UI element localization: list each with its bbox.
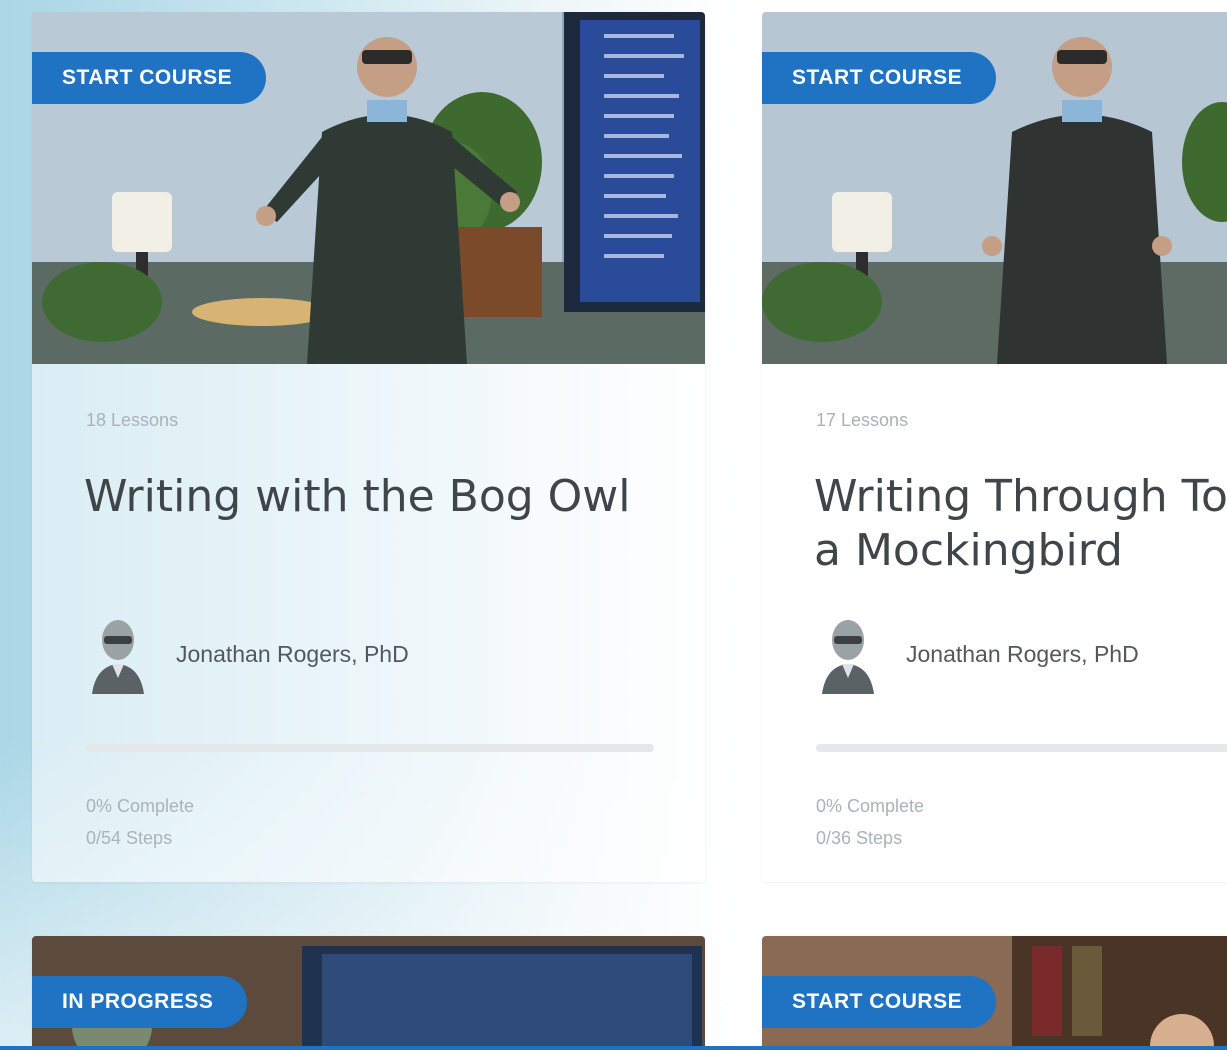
course-thumbnail[interactable]: START COURSE <box>762 12 1227 364</box>
course-card-bog-owl[interactable]: START COURSE 18 Lessons Writing with the… <box>32 12 705 882</box>
author-name[interactable]: Jonathan Rogers, PhD <box>176 641 409 668</box>
course-card-mockingbird[interactable]: START COURSE 17 Lessons Writing Through … <box>762 12 1227 882</box>
start-course-badge[interactable]: START COURSE <box>762 52 997 104</box>
course-thumbnail[interactable]: START COURSE <box>32 12 705 364</box>
bottom-accent-bar <box>0 1046 1227 1050</box>
steps-count: 0/54 Steps <box>86 828 173 848</box>
author-avatar <box>822 620 874 694</box>
lesson-count: 17 Lessons <box>816 410 909 430</box>
in-progress-badge[interactable]: IN PROGRESS <box>32 976 248 1028</box>
course-card-in-progress[interactable]: IN PROGRESS <box>32 936 705 1050</box>
percent-complete: 0% Complete <box>86 796 195 816</box>
author-name[interactable]: Jonathan Rogers, PhD <box>906 641 1139 668</box>
progress-bar <box>86 744 654 752</box>
course-thumbnail[interactable]: START COURSE <box>762 936 1227 1050</box>
author-row: Jonathan Rogers, PhD <box>816 614 1139 694</box>
start-course-badge[interactable]: START COURSE <box>762 976 997 1028</box>
start-course-badge[interactable]: START COURSE <box>32 52 267 104</box>
percent-complete: 0% Complete <box>816 796 925 816</box>
lesson-count: 18 Lessons <box>86 410 179 430</box>
course-title[interactable]: Writing Through To Kill a Mockingbird <box>814 470 1227 578</box>
course-thumbnail[interactable]: IN PROGRESS <box>32 936 705 1050</box>
progress-bar <box>816 744 1227 752</box>
author-avatar <box>92 620 144 694</box>
author-row: Jonathan Rogers, PhD <box>86 614 409 694</box>
course-title[interactable]: Writing with the Bog Owl <box>84 470 644 524</box>
steps-count: 0/36 Steps <box>816 828 903 848</box>
course-card-start[interactable]: START COURSE <box>762 936 1227 1050</box>
